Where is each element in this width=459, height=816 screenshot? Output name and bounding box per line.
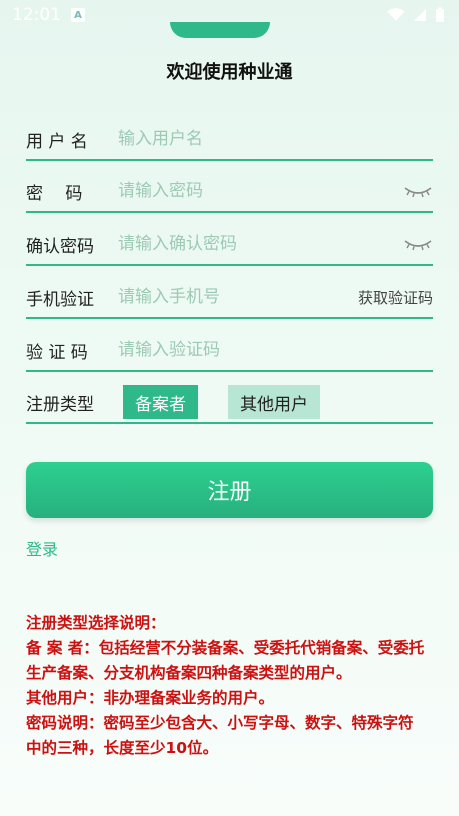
registration-notes: 注册类型选择说明： 备 案 者：包括经营不分装备案、受委托代销备案、受委托生产备… bbox=[26, 611, 426, 761]
note-line: 注册类型选择说明： bbox=[26, 614, 166, 632]
notification-icon: A bbox=[71, 8, 85, 22]
status-time: 12:01 bbox=[12, 5, 61, 25]
note-line: 密码说明：密码至少包含大、小写字母、数字、特殊字符中的三种，长度至少10位。 bbox=[26, 714, 414, 757]
header-tab-decoration bbox=[170, 22, 270, 38]
wifi-icon bbox=[387, 8, 405, 21]
code-input[interactable] bbox=[114, 340, 433, 360]
register-type-label: 注册类型 bbox=[26, 394, 94, 415]
phone-input[interactable] bbox=[114, 287, 358, 307]
password-label: 密 码 bbox=[26, 183, 83, 204]
note-line: 其他用户：非办理备案业务的用户。 bbox=[26, 689, 275, 707]
eye-closed-icon[interactable] bbox=[403, 183, 433, 199]
battery-icon bbox=[436, 7, 444, 22]
phone-label: 手机验证 bbox=[26, 289, 94, 310]
note-line: 备 案 者：包括经营不分装备案、受委托代销备案、受委托生产备案、分支机构备案四种… bbox=[26, 639, 425, 682]
password-input[interactable] bbox=[114, 181, 403, 201]
type-option-other-user[interactable]: 其他用户 bbox=[228, 385, 320, 419]
page-title: 欢迎使用种业通 bbox=[166, 62, 293, 83]
register-type-row: 注册类型 备案者 其他用户 bbox=[26, 382, 433, 424]
username-row: 用 户 名 bbox=[26, 119, 433, 161]
get-code-button[interactable]: 获取验证码 bbox=[358, 287, 433, 308]
code-label: 验 证 码 bbox=[26, 342, 88, 363]
phone-row: 手机验证 获取验证码 bbox=[26, 277, 433, 319]
code-row: 验 证 码 bbox=[26, 330, 433, 372]
signal-icon bbox=[414, 9, 426, 21]
password-row: 密 码 bbox=[26, 171, 433, 213]
login-link[interactable]: 登录 bbox=[26, 536, 58, 560]
username-label: 用 户 名 bbox=[26, 131, 88, 152]
confirm-password-label: 确认密码 bbox=[26, 236, 94, 257]
confirm-password-input[interactable] bbox=[114, 234, 403, 254]
type-option-filer[interactable]: 备案者 bbox=[123, 385, 198, 419]
confirm-password-row: 确认密码 bbox=[26, 224, 433, 266]
username-input[interactable] bbox=[114, 129, 433, 149]
register-button[interactable]: 注册 bbox=[26, 462, 433, 518]
eye-closed-icon[interactable] bbox=[403, 236, 433, 252]
